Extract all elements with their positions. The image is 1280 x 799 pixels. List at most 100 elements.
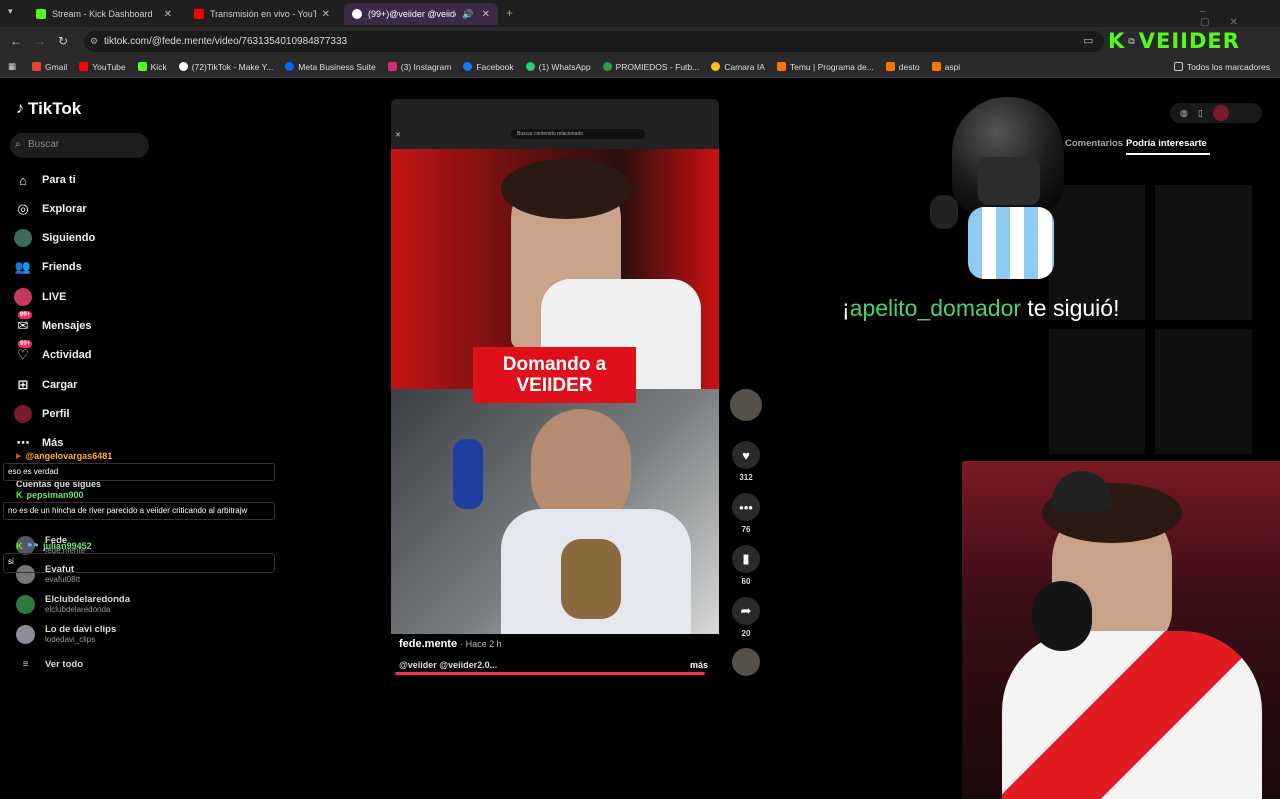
- all-bookmarks[interactable]: Todos los marcadores: [1173, 62, 1270, 72]
- tiktok-note-icon: ♪: [16, 100, 24, 117]
- thumbs-up-hand: [930, 195, 958, 229]
- kick-brand-text: VEIIDER: [1138, 29, 1240, 53]
- chat-user-2: Kpepsiman900: [16, 490, 84, 500]
- close-tab-icon[interactable]: ✕: [164, 9, 172, 20]
- bookmark-aspi[interactable]: aspi: [931, 62, 960, 72]
- save-button[interactable]: ▮ 60: [728, 545, 764, 586]
- profile-icon: [14, 405, 32, 423]
- share-icon: ➦: [732, 597, 760, 625]
- reload-icon[interactable]: ↻: [58, 34, 68, 48]
- nav-mas[interactable]: ⋯ Más: [14, 434, 64, 452]
- forward-icon[interactable]: →: [34, 34, 46, 48]
- tiktok-page: ♪ TikTok ⌕ Buscar ⌂ Para ti ◎ Explorar Sig…: [0, 79, 1280, 799]
- bookmark-camara-ia[interactable]: Camara IA: [711, 62, 765, 72]
- tab-kick-dashboard[interactable]: Stream - Kick Dashboard ✕: [28, 3, 180, 25]
- microphone-shape: [1032, 581, 1092, 651]
- more-icon: ⋯: [16, 435, 30, 450]
- temu-icon: [931, 62, 941, 71]
- suggested-video-thumb[interactable]: [1049, 329, 1145, 454]
- close-tab-icon[interactable]: ✕: [322, 9, 330, 20]
- hat-shelf: [1052, 471, 1112, 511]
- bookmark-temu[interactable]: Temu | Programa de...: [776, 62, 874, 72]
- nav-live[interactable]: LIVE: [14, 288, 66, 306]
- video-bottom-scene: [391, 389, 719, 639]
- tab-youtube-live[interactable]: Transmisión en vivo - YouTube ✕: [186, 3, 338, 25]
- comment-count: 76: [741, 525, 751, 534]
- kick-icon: [36, 9, 46, 19]
- account-elclubdelaredonda[interactable]: Elclubdelaredonda elclubdelaredonda: [16, 594, 130, 614]
- window-controls[interactable]: –▢✕: [1200, 6, 1280, 28]
- close-tab-icon[interactable]: ✕: [482, 9, 490, 20]
- bookmark-promiedos[interactable]: PROMIEDOS - Futb...: [602, 62, 699, 72]
- video-author[interactable]: fede.mente: [399, 638, 457, 650]
- tab-list-icon[interactable]: ▾: [8, 6, 13, 17]
- nav-para-ti[interactable]: ⌂ Para ti: [14, 171, 76, 189]
- account-lodedavi[interactable]: Lo de davi clips lodedavi_clips: [16, 624, 116, 644]
- avatar: [730, 389, 762, 421]
- bookmark-whatsapp[interactable]: (1) WhatsApp: [525, 62, 591, 72]
- video-caption-banner: Domando a VEIIDER: [473, 347, 636, 403]
- nav-friends[interactable]: 👥 Friends: [14, 258, 82, 276]
- hair-shape: [501, 159, 631, 219]
- like-button[interactable]: ♥ 312: [728, 441, 764, 482]
- friends-icon: 👥: [14, 259, 32, 274]
- logo-text: TikTok: [28, 99, 82, 118]
- suggested-video-thumb[interactable]: [1155, 329, 1252, 454]
- bookmark-facebook[interactable]: Facebook: [463, 62, 514, 72]
- bookmark-meta[interactable]: Meta Business Suite: [285, 62, 376, 72]
- search-icon: ⌕: [15, 139, 21, 150]
- bookmark-tiktok[interactable]: (72)TikTok - Make Y...: [178, 62, 273, 72]
- device-icon[interactable]: ▯: [1198, 108, 1203, 119]
- kick-brand-overlay: K ⧉ VEIIDER: [1108, 28, 1240, 54]
- nav-siguiendo[interactable]: Siguiendo: [14, 229, 95, 247]
- bookmark-instagram[interactable]: (3) Instagram: [387, 62, 451, 72]
- gauge-icon[interactable]: ◍: [1180, 108, 1188, 119]
- promiedos-icon: [602, 62, 612, 71]
- video-player[interactable]: Buscar contenido relacionado ✕ Domando a…: [391, 99, 719, 676]
- whatsapp-icon: [525, 62, 535, 71]
- bookmark-kick[interactable]: Kick: [137, 62, 167, 72]
- nav-perfil[interactable]: Perfil: [14, 405, 70, 423]
- list-icon: ≡: [22, 659, 29, 670]
- sound-avatar[interactable]: [728, 648, 764, 676]
- video-info: fede.mente · Hace 2 h @veiider @veiider2…: [391, 634, 719, 676]
- tiktok-icon: [178, 62, 188, 71]
- nav-actividad[interactable]: ♡ 99+ Actividad: [14, 340, 92, 364]
- search-input[interactable]: ⌕ Buscar: [10, 133, 149, 158]
- bookmark-youtube[interactable]: YouTube: [79, 62, 126, 72]
- tiktok-icon: [352, 9, 362, 19]
- tab-title: Transmisión en vivo - YouTube: [210, 9, 316, 19]
- nav-mensajes[interactable]: ✉ 99+ Mensajes: [14, 311, 92, 335]
- new-tab-icon[interactable]: +: [506, 6, 513, 20]
- inner-search-text: Buscar contenido relacionado: [511, 129, 645, 139]
- comment-button[interactable]: ••• 76: [728, 493, 764, 534]
- back-icon[interactable]: ←: [10, 34, 22, 48]
- tiktok-logo[interactable]: ♪ TikTok: [16, 99, 81, 119]
- video-author-row: fede.mente · Hace 2 h: [399, 638, 502, 650]
- bookmark-desto[interactable]: desto: [885, 62, 920, 72]
- tab-title: (99+)@veiider @veiider2.0: [368, 9, 456, 19]
- bookmark-gmail[interactable]: Gmail: [32, 62, 67, 72]
- cast-icon[interactable]: ▭: [1083, 34, 1093, 47]
- instagram-icon: [387, 62, 397, 71]
- video-progress-bar[interactable]: [395, 672, 705, 675]
- suggested-video-thumb[interactable]: [1155, 185, 1252, 320]
- kick-logo-icon: K: [1108, 29, 1125, 53]
- address-bar-row: ← → ↻ ⚙ tiktok.com/@fede.mente/video/763…: [0, 27, 1280, 56]
- nav-cargar[interactable]: ⊞ Cargar: [14, 376, 78, 394]
- speaker-icon[interactable]: 🔊: [462, 9, 473, 20]
- avatar[interactable]: [1212, 105, 1229, 121]
- see-all-accounts[interactable]: ≡ Ver todo: [16, 659, 83, 670]
- nav-explorar[interactable]: ◎ Explorar: [14, 200, 86, 218]
- apps-icon[interactable]: ▦: [8, 61, 16, 72]
- share-button[interactable]: ➦ 20: [728, 597, 764, 638]
- streamer-webcam: [962, 461, 1280, 799]
- more-link[interactable]: más: [690, 660, 708, 670]
- tab-recommended[interactable]: Podría interesarte: [1126, 138, 1207, 149]
- like-count: 312: [739, 473, 753, 482]
- tab-tiktok[interactable]: (99+)@veiider @veiider2.0 🔊 ✕: [344, 3, 498, 25]
- site-info-icon[interactable]: ⚙: [90, 36, 98, 47]
- see-all-label: Ver todo: [45, 659, 84, 670]
- url-field[interactable]: ⚙ tiktok.com/@fede.mente/video/763135401…: [84, 31, 1104, 52]
- creator-avatar[interactable]: [728, 389, 764, 421]
